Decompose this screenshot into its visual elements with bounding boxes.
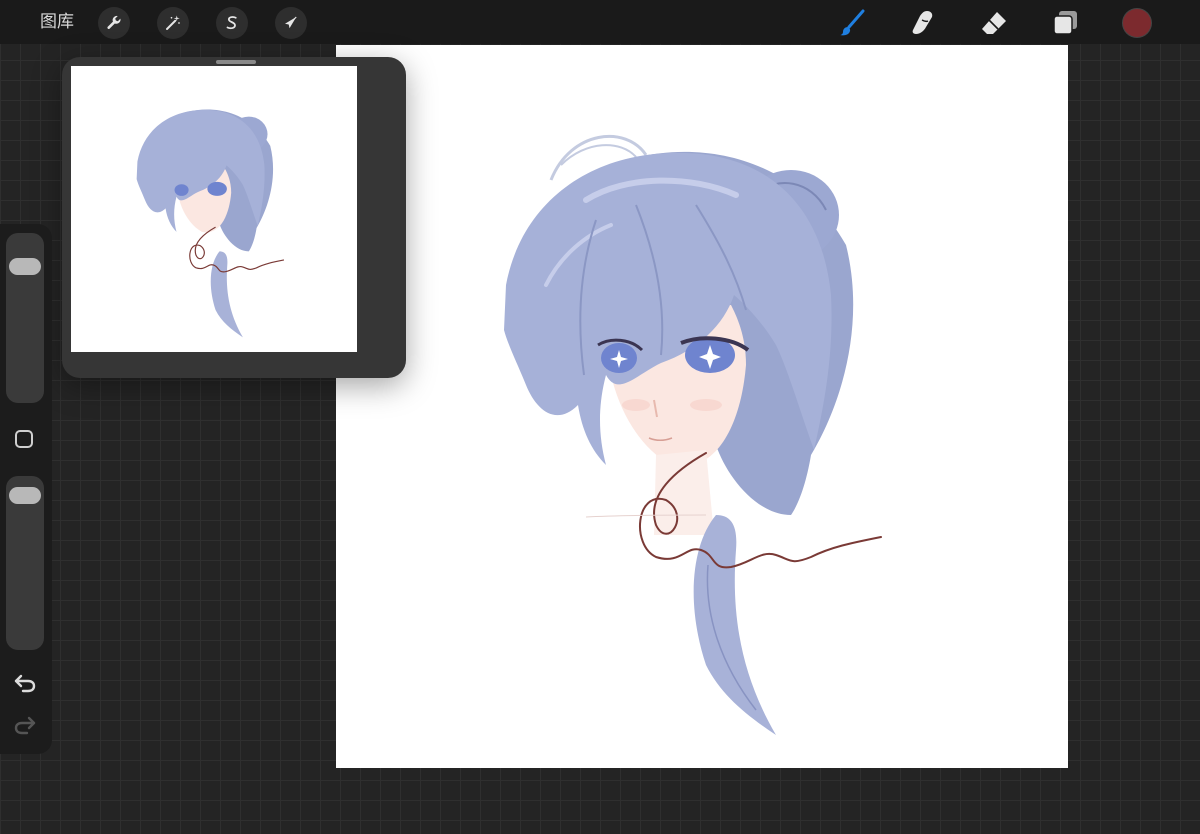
magic-wand-icon: [166, 15, 180, 30]
opacity-thumb[interactable]: [9, 486, 41, 504]
transform-button[interactable]: [275, 7, 307, 39]
brush-size-slider[interactable]: [6, 233, 44, 403]
anime-portrait-artwork: [504, 134, 882, 735]
top-toolbar: 图库: [0, 0, 1200, 44]
arrow-cursor-icon: [285, 16, 297, 29]
layers-icon: [1053, 11, 1077, 35]
adjustments-button[interactable]: [157, 7, 189, 39]
drag-handle-icon[interactable]: [216, 60, 256, 64]
drawing-canvas[interactable]: [336, 45, 1068, 768]
brush-tool-button[interactable]: [835, 6, 869, 40]
eraser-icon: [982, 12, 1006, 34]
brush-size-thumb[interactable]: [9, 258, 41, 276]
redo-icon: [14, 716, 36, 735]
selection-s-icon: [226, 16, 237, 30]
brush-icon: [840, 9, 865, 36]
color-picker-button[interactable]: [1123, 9, 1151, 37]
smudge-tool-button[interactable]: [905, 6, 939, 40]
left-sidebar: [0, 224, 52, 754]
gallery-button[interactable]: 图库: [40, 12, 74, 32]
opacity-slider[interactable]: [6, 476, 44, 650]
square-icon[interactable]: [15, 430, 33, 448]
reference-image: [71, 66, 357, 352]
smudge-finger-icon: [912, 11, 933, 34]
selection-button[interactable]: [216, 7, 248, 39]
redo-button[interactable]: [12, 714, 38, 736]
undo-icon: [14, 674, 36, 693]
reference-window[interactable]: [62, 57, 406, 378]
wrench-icon: [107, 15, 121, 30]
reference-portrait-thumbnail: [136, 109, 285, 338]
actions-button[interactable]: [98, 7, 130, 39]
layers-button[interactable]: [1048, 6, 1082, 40]
undo-button[interactable]: [12, 672, 38, 694]
eraser-tool-button[interactable]: [977, 6, 1011, 40]
